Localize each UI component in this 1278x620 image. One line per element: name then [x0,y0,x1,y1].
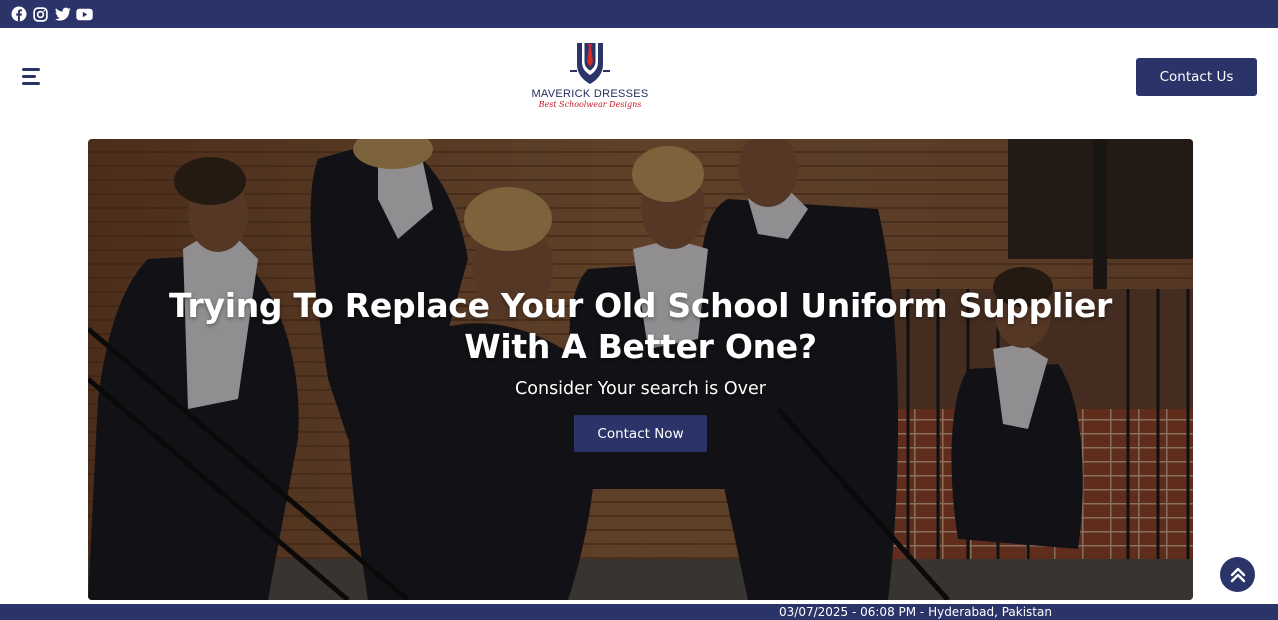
site-header: MAVERICK DRESSES Best Schoolwear Designs… [0,28,1278,138]
social-topbar [0,0,1278,28]
hero-title-line-2: With A Better One? [464,327,817,366]
contact-now-button[interactable]: Contact Now [574,415,707,452]
instagram-icon [33,6,48,22]
contact-us-button[interactable]: Contact Us [1136,58,1257,96]
youtube-link[interactable] [76,6,93,23]
logo-brand-name: MAVERICK DRESSES [531,88,649,100]
hero-subtitle: Consider Your search is Over [515,379,766,399]
hamburger-line [22,82,40,85]
facebook-icon [11,6,26,22]
hero-title-line-1: Trying To Replace Your Old School Unifor… [168,286,1113,325]
twitter-link[interactable] [54,6,71,23]
double-chevron-up-icon [1230,567,1245,582]
footer-bar: 03/07/2025 - 06:08 PM - Hyderabad, Pakis… [0,604,1278,620]
logo-tagline: Best Schoolwear Designs [538,100,642,109]
twitter-icon [54,7,71,21]
hero-content: Trying To Replace Your Old School Unifor… [88,285,1193,452]
instagram-link[interactable] [32,6,49,23]
hamburger-menu-button[interactable] [22,68,44,86]
scroll-to-top-button[interactable] [1220,557,1255,592]
facebook-link[interactable] [10,6,27,23]
hero-banner: Trying To Replace Your Old School Unifor… [88,139,1193,600]
hero-title: Trying To Replace Your Old School Unifor… [88,285,1193,367]
footer-datetime-location: 03/07/2025 - 06:08 PM - Hyderabad, Pakis… [779,605,1052,619]
site-logo[interactable]: MAVERICK DRESSES Best Schoolwear Designs [528,40,652,116]
hamburger-line [22,68,40,71]
hamburger-line [22,75,36,78]
youtube-icon [76,8,93,20]
shield-logo-icon [570,43,610,84]
